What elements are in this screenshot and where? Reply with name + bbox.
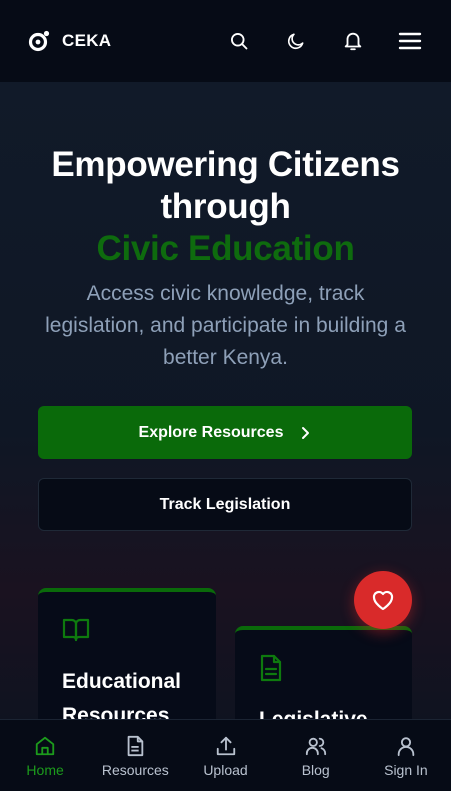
nav-label: Resources — [101, 762, 169, 778]
nav-label: Upload — [203, 762, 248, 778]
document-icon — [127, 735, 144, 757]
chevron-right-icon — [302, 426, 310, 439]
document-icon — [260, 654, 282, 682]
bottom-navigation: Home Resources Upload Blog Sign In — [0, 719, 451, 791]
menu-icon — [398, 32, 422, 50]
bell-icon — [344, 32, 362, 51]
favorite-fab-button[interactable] — [354, 571, 412, 629]
brand-name: CEKA — [62, 31, 112, 50]
nav-label: Home — [26, 762, 64, 778]
nav-item-home[interactable]: Home — [0, 720, 90, 791]
track-legislation-button[interactable]: Track Legislation — [38, 478, 412, 531]
upload-icon — [216, 736, 235, 756]
explore-resources-button[interactable]: Explore Resources — [38, 406, 412, 459]
search-button[interactable] — [226, 28, 252, 54]
logo-icon — [28, 30, 50, 52]
nav-label: Blog — [301, 762, 330, 778]
nav-item-upload[interactable]: Upload — [180, 720, 270, 791]
hero-title-line-2: through — [160, 187, 291, 226]
heart-icon — [372, 590, 394, 611]
nav-item-resources[interactable]: Resources — [90, 720, 180, 791]
users-icon — [305, 737, 326, 756]
brand-logo[interactable]: CEKA — [28, 30, 111, 52]
hero-section: Empowering Citizens through Civic Educat… — [0, 82, 451, 719]
track-legislation-label: Track Legislation — [159, 495, 291, 513]
feature-card-legislative[interactable]: Legislative — [235, 626, 412, 719]
feature-card-educational-resources[interactable]: Educational Resources — [38, 588, 216, 719]
home-icon — [35, 736, 55, 756]
nav-item-blog[interactable]: Blog — [271, 720, 361, 791]
card-title: Educational Resources — [62, 670, 182, 719]
search-icon — [231, 33, 248, 50]
notifications-button[interactable] — [340, 28, 366, 54]
hero-title-highlight: Civic Education — [96, 229, 355, 268]
nav-label: Sign In — [384, 762, 428, 778]
moon-icon — [287, 33, 304, 50]
hero-subtitle: Access civic knowledge, track legislatio… — [45, 282, 406, 369]
nav-item-sign-in[interactable]: Sign In — [361, 720, 451, 791]
book-icon — [62, 618, 90, 642]
menu-button[interactable] — [397, 28, 423, 54]
top-header: CEKA — [0, 0, 451, 82]
card-title: Legislative — [259, 703, 388, 719]
explore-resources-label: Explore Resources — [138, 423, 284, 441]
theme-toggle-button[interactable] — [283, 28, 309, 54]
hero-title-line-1: Empowering Citizens — [51, 145, 400, 184]
user-icon — [397, 737, 415, 757]
